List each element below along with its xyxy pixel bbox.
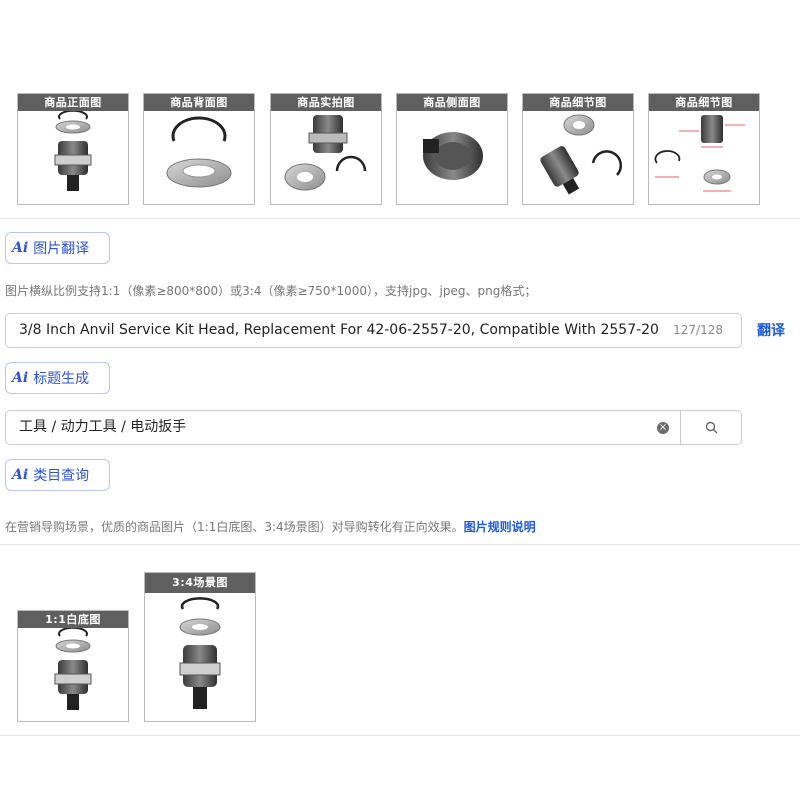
category-input[interactable]: 工具 / 动力工具 / 电动扳手 × bbox=[5, 410, 742, 445]
title-input-value: 3/8 Inch Anvil Service Kit Head, Replace… bbox=[19, 322, 659, 338]
ai-icon: Ai bbox=[12, 240, 29, 256]
title-char-counter: 127/128 bbox=[673, 323, 723, 337]
marketing-image-hint: 在营销导购场景，优质的商品图片（1:1白底图、3:4场景图）对导购转化有正向效果… bbox=[5, 518, 536, 535]
category-search-button[interactable] bbox=[680, 411, 741, 444]
marketing-image-scene[interactable]: 3:4场景图 bbox=[144, 572, 256, 722]
anvil-kit-scene-image bbox=[179, 597, 221, 709]
ai-icon: Ai bbox=[12, 467, 29, 483]
button-label: 图片翻译 bbox=[33, 241, 90, 257]
kit-parts-image bbox=[284, 115, 367, 191]
marketing-image-white-bg[interactable]: 1:1白底图 bbox=[17, 610, 129, 722]
thumb-label: 商品侧面图 bbox=[397, 94, 507, 111]
product-image-side[interactable]: 商品侧面图 bbox=[396, 93, 508, 205]
title-input[interactable]: 3/8 Inch Anvil Service Kit Head, Replace… bbox=[5, 313, 742, 348]
kit-dimension-image bbox=[654, 115, 745, 192]
anvil-kit-image bbox=[54, 111, 92, 191]
category-query-button[interactable]: Ai 类目查询 bbox=[5, 459, 110, 491]
ring-washer-image bbox=[166, 116, 232, 188]
kit-detail-image bbox=[540, 114, 622, 195]
section-divider bbox=[0, 218, 800, 219]
thumb-label: 商品细节图 bbox=[649, 94, 759, 111]
anvil-kit-image bbox=[54, 628, 92, 710]
product-image-detail[interactable]: 商品细节图 bbox=[522, 93, 634, 205]
product-image-back[interactable]: 商品背面图 bbox=[143, 93, 255, 205]
clear-icon[interactable]: × bbox=[657, 422, 669, 434]
thumb-label: 商品正面图 bbox=[18, 94, 128, 111]
thumb-label: 3:4场景图 bbox=[145, 573, 255, 593]
category-input-value: 工具 / 动力工具 / 电动扳手 bbox=[19, 419, 187, 435]
ai-icon: Ai bbox=[12, 370, 29, 386]
search-icon bbox=[705, 421, 717, 434]
anvil-side-image bbox=[423, 132, 483, 180]
image-translate-button[interactable]: Ai 图片翻译 bbox=[5, 232, 110, 264]
title-generate-button[interactable]: Ai 标题生成 bbox=[5, 362, 110, 394]
marketing-hint-text: 在营销导购场景，优质的商品图片（1:1白底图、3:4场景图）对导购转化有正向效果… bbox=[5, 520, 464, 534]
title-translate-link[interactable]: 翻译 bbox=[757, 320, 785, 340]
product-image-front[interactable]: 商品正面图 bbox=[17, 93, 129, 205]
thumb-label: 商品实拍图 bbox=[271, 94, 381, 111]
thumb-label: 1:1白底图 bbox=[18, 611, 128, 628]
product-image-real[interactable]: 商品实拍图 bbox=[270, 93, 382, 205]
image-rules-link[interactable]: 图片规则说明 bbox=[464, 520, 536, 534]
product-image-detail-dimensions[interactable]: 商品细节图 bbox=[648, 93, 760, 205]
section-divider bbox=[0, 544, 800, 545]
image-format-hint: 图片横纵比例支持1:1（像素≥800*800）或3:4（像素≥750*1000）… bbox=[5, 284, 537, 298]
thumb-label: 商品细节图 bbox=[523, 94, 633, 111]
thumb-label: 商品背面图 bbox=[144, 94, 254, 111]
button-label: 标题生成 bbox=[33, 371, 90, 387]
button-label: 类目查询 bbox=[33, 468, 90, 484]
section-divider bbox=[0, 735, 800, 736]
